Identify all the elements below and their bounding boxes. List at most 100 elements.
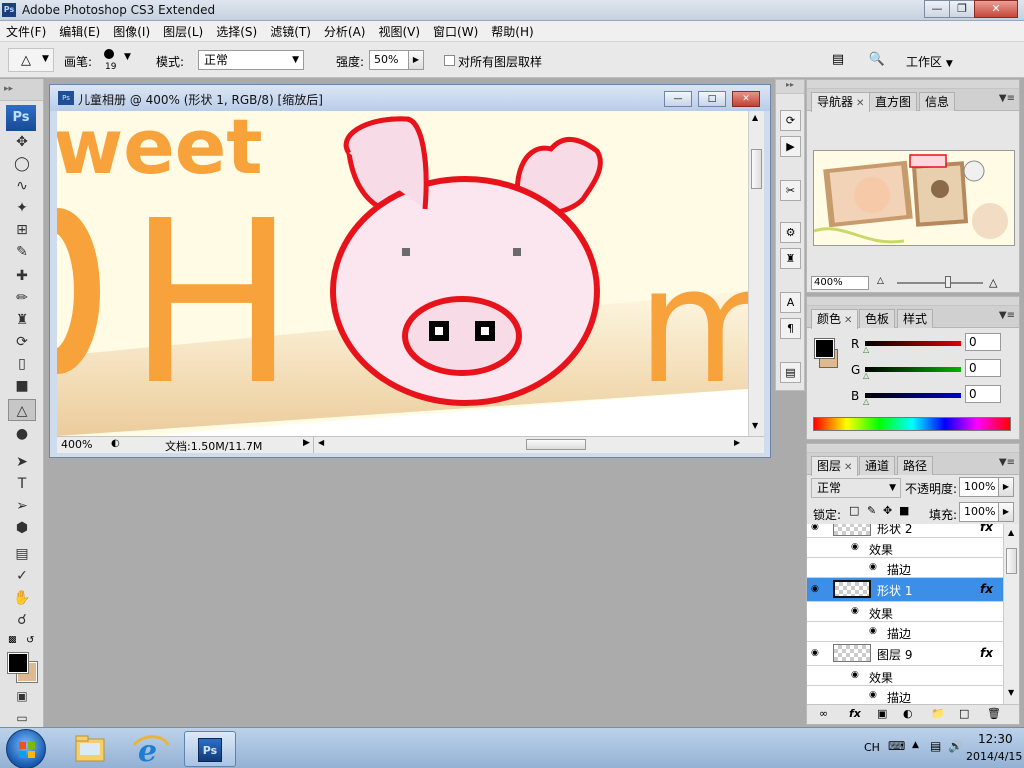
layer-stroke-row[interactable]: ◉ 描边: [807, 622, 1003, 642]
bridge-icon[interactable]: 🔍: [864, 50, 890, 70]
tab-info[interactable]: 信息: [919, 92, 956, 111]
delete-layer-icon[interactable]: 🗑: [987, 707, 1001, 720]
tool-presets-panel-icon[interactable]: ✂: [780, 180, 801, 201]
direct-select-tool-icon[interactable]: ➢: [8, 495, 36, 517]
workspace-menu[interactable]: 工作区 ▼: [906, 53, 953, 70]
fill-input[interactable]: 100%: [959, 502, 999, 522]
tool-preset-picker[interactable]: △ ▼: [8, 48, 54, 72]
keyboard-icon[interactable]: ⌨: [888, 739, 905, 753]
path-select-tool-icon[interactable]: ➤: [8, 451, 36, 473]
shape-tool-icon[interactable]: ⬢: [8, 517, 36, 539]
zoom-tool-icon[interactable]: ☌: [8, 609, 36, 631]
start-button[interactable]: [6, 729, 46, 768]
screen-mode-icon[interactable]: ▭: [8, 707, 36, 725]
tab-paths[interactable]: 路径: [897, 456, 934, 475]
clone-source-panel-icon[interactable]: ♜: [780, 248, 801, 269]
type-tool-icon[interactable]: T: [8, 473, 36, 495]
panel-menu-icon[interactable]: ▼≡: [999, 310, 1015, 321]
menu-layer[interactable]: 图层(L): [163, 23, 203, 40]
quick-mask-icon[interactable]: ▣: [8, 685, 36, 707]
tray-expand-icon[interactable]: ▲: [912, 740, 919, 750]
eye-icon[interactable]: ◉: [869, 690, 877, 700]
new-layer-icon[interactable]: □: [959, 707, 969, 720]
doc-close-button[interactable]: ✕: [732, 91, 760, 107]
eye-icon[interactable]: ◉: [851, 606, 859, 616]
layer-name[interactable]: 形状 2: [877, 524, 912, 537]
close-icon[interactable]: ✕: [844, 315, 852, 326]
status-arrow-icon[interactable]: ▶: [303, 438, 310, 448]
lock-pixels-icon[interactable]: ✎: [867, 504, 876, 517]
tab-navigator[interactable]: 导航器 ✕: [811, 92, 871, 112]
hand-tool-icon[interactable]: ✋: [8, 587, 36, 609]
zoom-level[interactable]: 400%: [61, 438, 92, 451]
scroll-down-icon[interactable]: ▼: [1008, 688, 1014, 697]
menu-filter[interactable]: 滤镜(T): [270, 23, 311, 40]
opacity-slider-button[interactable]: ▶: [998, 477, 1014, 497]
add-style-icon[interactable]: fx: [849, 707, 861, 720]
layer-comps-panel-icon[interactable]: ▤: [780, 362, 801, 383]
add-mask-icon[interactable]: ▣: [877, 707, 887, 720]
lock-position-icon[interactable]: ✥: [883, 504, 892, 517]
foreground-color-swatch[interactable]: [7, 652, 29, 674]
close-icon[interactable]: ✕: [856, 98, 864, 109]
eye-icon[interactable]: ◉: [811, 648, 819, 658]
close-icon[interactable]: ✕: [844, 462, 852, 473]
dock-grip[interactable]: ▸▸: [776, 80, 804, 94]
panel-menu-icon[interactable]: ▼≡: [999, 457, 1015, 468]
menu-select[interactable]: 选择(S): [216, 23, 257, 40]
layer-row-selected[interactable]: ◉ 形状 1 fx: [807, 578, 1003, 602]
taskbar-ie[interactable]: e: [124, 731, 176, 768]
layer-stroke-row[interactable]: ◉ 描边: [807, 558, 1003, 578]
mode-select[interactable]: 正常 ▼: [198, 50, 304, 70]
color-spectrum-bar[interactable]: [813, 417, 1011, 431]
brushes-panel-icon[interactable]: ⚙: [780, 222, 801, 243]
panel-menu-icon[interactable]: ▼≡: [999, 93, 1015, 104]
opacity-input[interactable]: 100%: [959, 477, 999, 497]
panel-grip[interactable]: [807, 80, 1019, 89]
channel-b-input[interactable]: 0: [965, 385, 1001, 403]
history-brush-tool-icon[interactable]: ⟳: [8, 331, 36, 353]
layer-name[interactable]: 形状 1: [877, 582, 912, 599]
close-button[interactable]: ✕: [974, 0, 1018, 18]
channel-r-input[interactable]: 0: [965, 333, 1001, 351]
eye-icon[interactable]: ◉: [811, 524, 819, 532]
link-layers-icon[interactable]: ∞: [819, 707, 828, 720]
layer-name[interactable]: 图层 9: [877, 646, 912, 663]
lock-all-icon[interactable]: ■: [899, 504, 909, 517]
tab-histogram[interactable]: 直方图: [869, 92, 918, 111]
channel-g-thumb-icon[interactable]: △: [863, 371, 869, 380]
dodge-tool-icon[interactable]: ●: [8, 423, 36, 445]
fill-slider-button[interactable]: ▶: [998, 502, 1014, 522]
fx-icon[interactable]: fx: [980, 582, 993, 596]
menu-edit[interactable]: 编辑(E): [59, 23, 100, 40]
panel-grip[interactable]: [807, 444, 1019, 453]
menu-window[interactable]: 窗口(W): [433, 23, 478, 40]
default-colors-icon[interactable]: ▩: [8, 635, 17, 645]
magic-wand-tool-icon[interactable]: ✦: [8, 197, 36, 219]
menu-help[interactable]: 帮助(H): [491, 23, 533, 40]
horizontal-scroll-thumb[interactable]: [526, 439, 586, 450]
blend-mode-select[interactable]: 正常 ▼: [811, 478, 901, 498]
channel-r-thumb-icon[interactable]: △: [863, 345, 869, 354]
clone-stamp-tool-icon[interactable]: ♜: [8, 309, 36, 331]
notes-tool-icon[interactable]: ▤: [8, 543, 36, 565]
gradient-tool-icon[interactable]: ■: [8, 375, 36, 397]
fx-icon[interactable]: fx: [980, 646, 993, 660]
zoom-in-icon[interactable]: △: [989, 276, 997, 289]
tab-channels[interactable]: 通道: [859, 456, 896, 475]
scroll-down-icon[interactable]: ▼: [752, 421, 758, 430]
layer-effects-row[interactable]: ◉ 效果: [807, 602, 1003, 622]
sharpen-tool-icon[interactable]: △: [8, 399, 36, 421]
layers-scroll-thumb[interactable]: [1006, 548, 1017, 574]
channel-b-slider[interactable]: [865, 393, 961, 398]
strength-slider-button[interactable]: ▶: [408, 50, 424, 70]
vertical-scroll-thumb[interactable]: [751, 149, 762, 189]
actions-panel-icon[interactable]: ▶: [780, 136, 801, 157]
scroll-up-icon[interactable]: ▲: [752, 113, 758, 122]
crop-tool-icon[interactable]: ⊞: [8, 219, 36, 241]
navigator-thumbnail[interactable]: [813, 150, 1015, 246]
eye-icon[interactable]: ◉: [811, 584, 819, 594]
network-icon[interactable]: ▤: [930, 739, 941, 753]
history-panel-icon[interactable]: ⟳: [780, 110, 801, 131]
clock-date[interactable]: 2014/4/15: [966, 750, 1022, 763]
